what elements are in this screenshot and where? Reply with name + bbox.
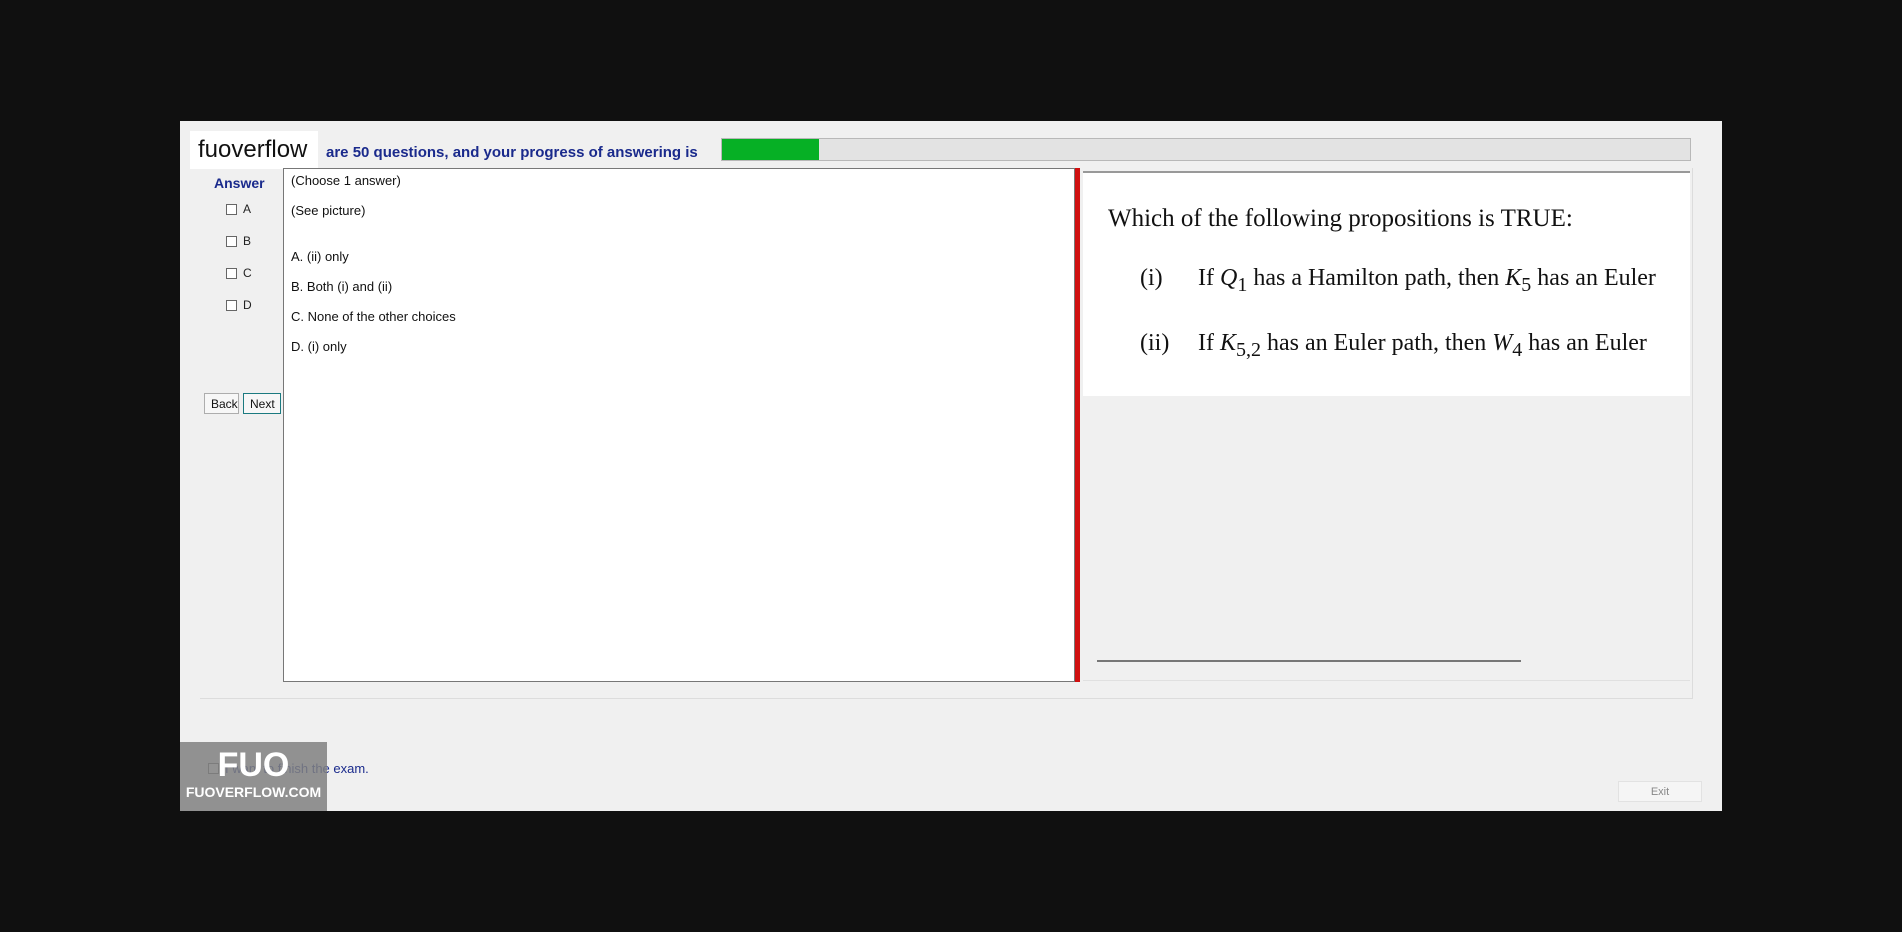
proposition-ii: (ii) If K5,2 has an Euler path, then W4 h… (1140, 330, 1647, 362)
option-c[interactable]: C (226, 266, 252, 280)
proposition-i-number: (i) (1140, 265, 1163, 291)
question-text-panel: (Choose 1 answer) (See picture) A. (ii) … (283, 168, 1075, 682)
answer-heading: Answer (214, 175, 265, 191)
option-b[interactable]: B (226, 234, 251, 248)
progress-label: are 50 questions, and your progress of a… (326, 144, 698, 161)
option-b-checkbox[interactable] (226, 235, 237, 247)
option-b-label: B (243, 234, 252, 248)
next-button[interactable]: Next (243, 393, 281, 414)
proposition-i-text: If Q1 has a Hamilton path, then K5 has a… (1198, 265, 1656, 296)
badge-site-text: FUOVERFLOW.COM (185, 784, 322, 800)
choice-d-text: D. (i) only (291, 339, 347, 354)
option-d-label: D (243, 298, 252, 312)
badge-logo-text: FUO (217, 746, 290, 784)
choice-b-text: B. Both (i) and (ii) (291, 279, 393, 294)
question-image-panel: Which of the following propositions is T… (1083, 168, 1690, 681)
watermark-badge: FUO FUOVERFLOW.COM (180, 742, 327, 811)
question-image: Which of the following propositions is T… (1083, 171, 1690, 396)
back-button[interactable]: Back (204, 393, 239, 414)
instruction-text: (Choose 1 answer) (291, 173, 401, 188)
choice-a-text: A. (ii) only (291, 249, 349, 264)
option-c-label: C (243, 266, 252, 280)
progress-fill (722, 139, 819, 160)
option-a-checkbox[interactable] (226, 203, 237, 215)
proposition-ii-text: If K5,2 has an Euler path, then W4 has a… (1198, 330, 1647, 361)
exit-button[interactable]: Exit (1618, 781, 1702, 802)
choice-c-text: C. None of the other choices (291, 309, 456, 324)
panel-splitter[interactable] (1075, 168, 1080, 682)
option-a-label: A (243, 202, 252, 216)
see-picture-text: (See picture) (291, 203, 366, 218)
progress-bar (721, 138, 1691, 161)
image-question-title: Which of the following propositions is T… (1108, 205, 1573, 232)
proposition-ii-number: (ii) (1140, 330, 1170, 356)
option-a[interactable]: A (226, 202, 251, 216)
exam-window: fuoverflow are 50 questions, and your pr… (180, 121, 1722, 811)
option-d[interactable]: D (226, 298, 252, 312)
brand-watermark: fuoverflow (190, 131, 318, 169)
proposition-i: (i) If Q1 has a Hamilton path, then K5 ha… (1140, 265, 1656, 297)
option-d-checkbox[interactable] (226, 299, 237, 311)
image-scrollbar-track[interactable] (1097, 660, 1521, 662)
option-c-checkbox[interactable] (226, 267, 237, 279)
